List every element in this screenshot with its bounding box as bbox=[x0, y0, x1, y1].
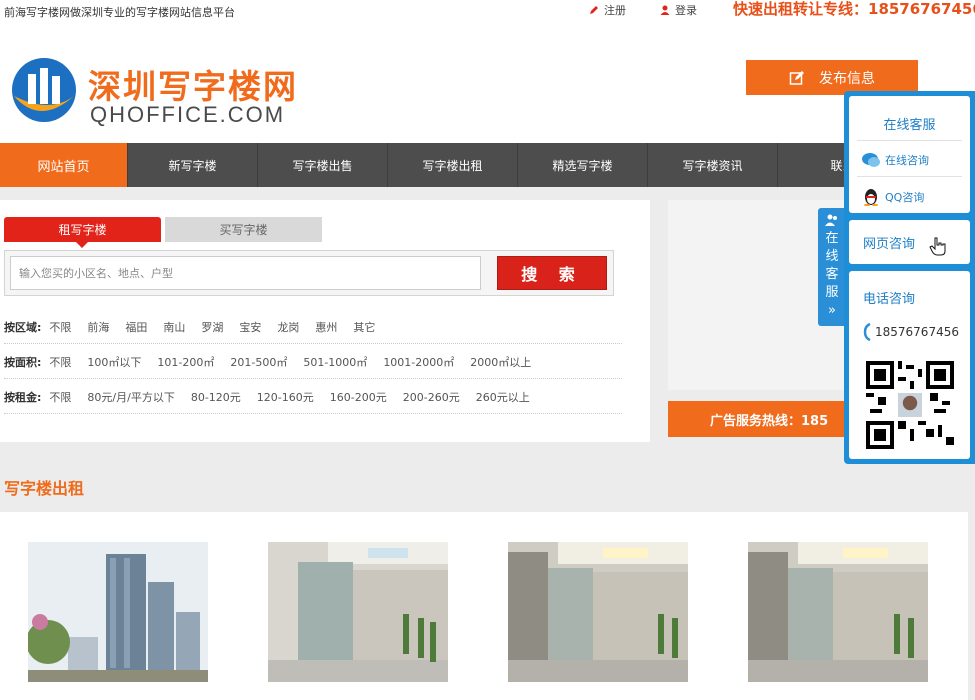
top-hotline: 快速出租转让专线：18576767456 bbox=[733, 0, 975, 18]
tab-char: 在 bbox=[825, 231, 839, 246]
nav-item-new-office[interactable]: 新写字楼 bbox=[128, 143, 258, 187]
service-phone-box: 电话咨询 18576767456 bbox=[849, 271, 970, 459]
filter-option[interactable]: 201-500㎡ bbox=[230, 354, 287, 370]
top-bar: 前海写字楼网做深圳专业的写字楼网站信息平台 注册 登录 快速出租转让专线：185… bbox=[0, 0, 975, 24]
filter-option[interactable]: 101-200㎡ bbox=[157, 354, 214, 370]
filter-option[interactable]: 200-260元 bbox=[403, 389, 460, 405]
qr-code-icon bbox=[866, 361, 954, 449]
hand-cursor-icon bbox=[929, 237, 946, 256]
online-consult-link[interactable]: 在线咨询 bbox=[861, 151, 929, 169]
qq-consult-link[interactable]: QQ咨询 bbox=[861, 188, 924, 206]
chat-bubble-icon bbox=[862, 153, 880, 167]
nav-item-featured[interactable]: 精选写字楼 bbox=[518, 143, 648, 187]
register-link[interactable]: 注册 bbox=[588, 2, 626, 18]
qq-consult-label: QQ咨询 bbox=[885, 191, 925, 204]
filter-option[interactable]: 80-120元 bbox=[191, 389, 241, 405]
filter-option[interactable]: 不限 bbox=[49, 319, 71, 335]
web-consult-link[interactable]: 网页咨询 bbox=[863, 233, 915, 252]
site-slogan: 前海写字楼网做深圳专业的写字楼网站信息平台 bbox=[4, 6, 235, 19]
section-title: 写字楼出租 bbox=[4, 479, 85, 498]
tab-char: 服 bbox=[825, 285, 839, 300]
site-logo[interactable]: 深圳写字楼网 QHOFFICE.COM bbox=[10, 56, 310, 127]
filter-option[interactable]: 1001-2000㎡ bbox=[383, 354, 454, 370]
search-input[interactable] bbox=[10, 256, 481, 290]
search-bar: 搜 索 bbox=[4, 250, 614, 296]
filter-option[interactable]: 龙岗 bbox=[277, 319, 299, 335]
filter-option[interactable]: 160-200元 bbox=[330, 389, 387, 405]
filter-option[interactable]: 80元/月/平方以下 bbox=[87, 389, 174, 405]
listing-grid bbox=[0, 512, 968, 700]
pencil-icon bbox=[590, 6, 598, 14]
publish-info-button[interactable]: 发布信息 bbox=[746, 60, 918, 95]
listing-photo-interior-1[interactable] bbox=[268, 542, 448, 682]
online-consult-label: 在线咨询 bbox=[885, 154, 929, 167]
login-label: 登录 bbox=[675, 4, 697, 17]
filter-option[interactable]: 100㎡以下 bbox=[87, 354, 141, 370]
filter-option[interactable]: 不限 bbox=[49, 354, 71, 370]
filter-option[interactable]: 宝安 bbox=[239, 319, 261, 335]
service-online-box: 在线客服 在线咨询 QQ咨询 bbox=[849, 96, 970, 213]
filter-area-label: 按区域: bbox=[4, 320, 42, 334]
service-title: 在线客服 bbox=[883, 118, 936, 133]
nav-item-news[interactable]: 写字楼资讯 bbox=[648, 143, 778, 187]
filter-option[interactable]: 260元以上 bbox=[476, 389, 530, 405]
qq-penguin-icon bbox=[864, 189, 878, 206]
filter-option[interactable]: 前海 bbox=[87, 319, 109, 335]
search-button[interactable]: 搜 索 bbox=[497, 256, 607, 290]
filter-option[interactable]: 501-1000㎡ bbox=[303, 354, 367, 370]
filter-option[interactable]: 南山 bbox=[163, 319, 185, 335]
filter-rent-label: 按租金: bbox=[4, 390, 42, 404]
logo-text-cn: 深圳写字楼网 bbox=[88, 67, 298, 106]
filter-option[interactable]: 不限 bbox=[49, 389, 71, 405]
filter-option[interactable]: 120-160元 bbox=[257, 389, 314, 405]
filter-option[interactable]: 罗湖 bbox=[201, 319, 223, 335]
nav-item-office-sale[interactable]: 写字楼出售 bbox=[258, 143, 388, 187]
register-label: 注册 bbox=[604, 4, 626, 17]
phone-number: 18576767456 bbox=[863, 323, 970, 341]
filter-option[interactable]: 2000㎡以上 bbox=[470, 354, 531, 370]
online-service-tab[interactable]: 在 线 客 服 » bbox=[818, 208, 846, 326]
listing-photo-interior-3[interactable] bbox=[748, 542, 928, 682]
nav-item-office-rent[interactable]: 写字楼出租 bbox=[388, 143, 518, 187]
logo-text-en: QHOFFICE.COM bbox=[90, 102, 286, 127]
nav-item-home[interactable]: 网站首页 bbox=[0, 143, 128, 187]
filter-rent-row: 按租金: 不限 80元/月/平方以下 80-120元 120-160元 160-… bbox=[4, 380, 622, 414]
user-icon bbox=[660, 5, 670, 15]
phone-number-text: 18576767456 bbox=[875, 325, 959, 339]
collapse-arrow-icon: » bbox=[828, 303, 836, 318]
tab-char: 客 bbox=[825, 267, 839, 282]
ad-hotline-bar: 广告服务热线：185 bbox=[668, 401, 858, 437]
tab-buy-office[interactable]: 买写字楼 bbox=[165, 217, 322, 242]
login-link[interactable]: 登录 bbox=[659, 2, 697, 18]
filter-option[interactable]: 福田 bbox=[125, 319, 147, 335]
tab-rent-office[interactable]: 租写字楼 bbox=[4, 217, 161, 248]
filter-size-row: 按面积: 不限 100㎡以下 101-200㎡ 201-500㎡ 501-100… bbox=[4, 345, 622, 379]
phone-consult-title: 电话咨询 bbox=[863, 292, 916, 307]
site-header: 深圳写字楼网 QHOFFICE.COM 发布信息 bbox=[0, 24, 975, 144]
users-icon bbox=[825, 214, 837, 226]
phone-icon bbox=[863, 323, 871, 341]
search-tabs: 租写字楼 买写字楼 bbox=[4, 217, 322, 248]
divider bbox=[857, 140, 962, 141]
service-web-box: 网页咨询 bbox=[849, 220, 970, 264]
filter-size-label: 按面积: bbox=[4, 355, 42, 369]
listing-photo-building[interactable] bbox=[28, 542, 208, 682]
divider bbox=[857, 176, 962, 177]
publish-label: 发布信息 bbox=[819, 70, 875, 87]
filter-area-row: 按区域: 不限 前海 福田 南山 罗湖 宝安 龙岗 惠州 其它 bbox=[4, 310, 622, 344]
logo-mark-icon bbox=[12, 58, 76, 122]
main-nav: 网站首页 新写字楼 写字楼出售 写字楼出租 精选写字楼 写字楼资讯 联系 bbox=[0, 143, 975, 187]
tab-char: 线 bbox=[825, 249, 839, 264]
edit-icon bbox=[789, 70, 804, 85]
filter-option[interactable]: 其它 bbox=[353, 319, 375, 335]
search-panel: 租写字楼 买写字楼 搜 索 按区域: 不限 前海 福田 南山 罗湖 宝安 龙岗 … bbox=[0, 200, 650, 442]
filter-option[interactable]: 惠州 bbox=[315, 319, 337, 335]
listing-photo-interior-2[interactable] bbox=[508, 542, 688, 682]
service-panel: 在线客服 在线咨询 QQ咨询 网页咨询 电话咨询 18576767456 bbox=[844, 91, 975, 464]
